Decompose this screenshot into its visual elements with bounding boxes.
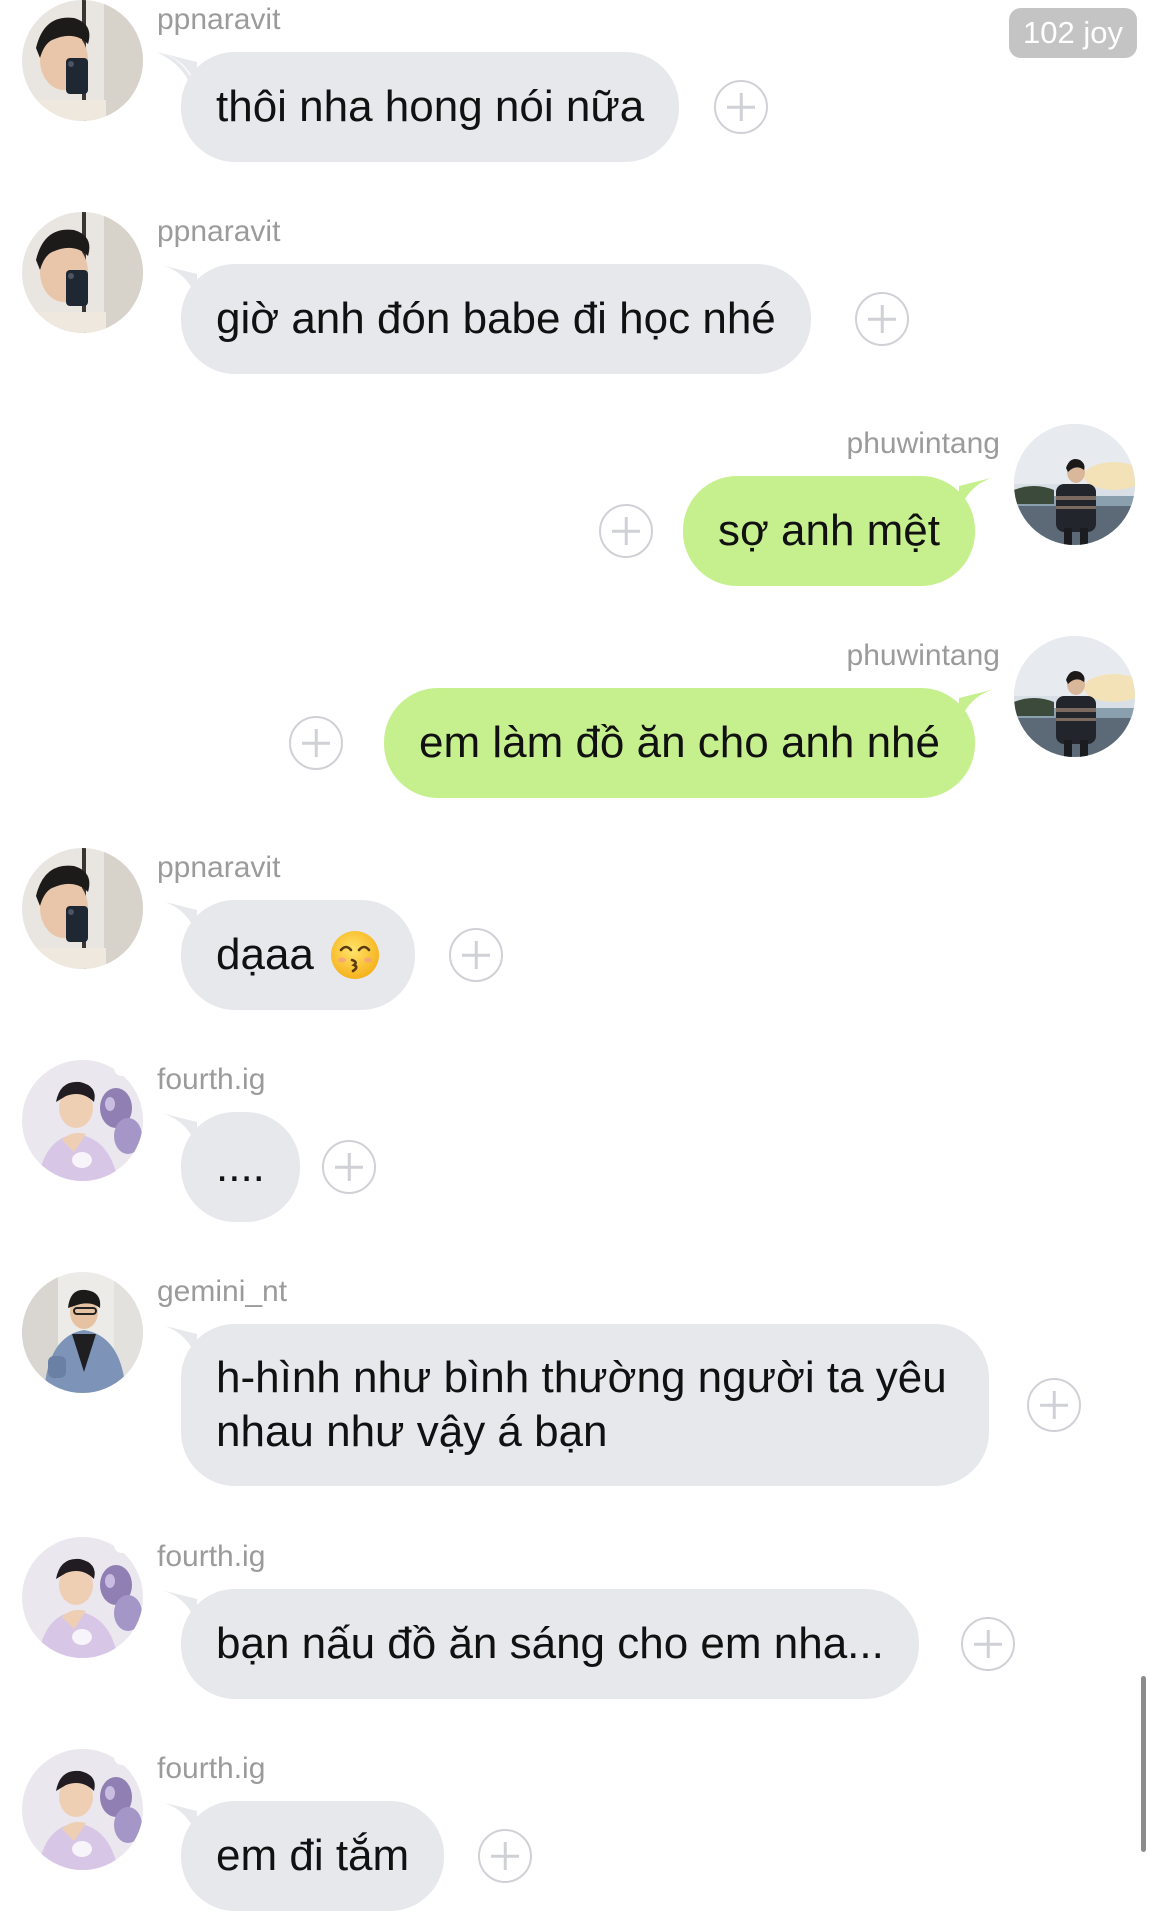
message-text: giờ anh đón babe đi học nhé [216, 294, 776, 343]
add-reaction-icon[interactable] [599, 504, 653, 558]
sender-name: ppnaravit [157, 3, 281, 36]
add-reaction-icon[interactable] [478, 1829, 532, 1883]
fourth-avatar[interactable] [22, 1537, 143, 1658]
message-row: fourth.ig bạn nấu đồ ăn sáng cho em nha.… [0, 1537, 1149, 1707]
message-row: fourth.ig .... [0, 1060, 1149, 1230]
kissing-face-with-smiling-eyes-icon [330, 931, 379, 979]
message-row: phuwintang sợ anh mệt [0, 424, 1149, 594]
sender-name: fourth.ig [157, 1540, 266, 1573]
scrollbar[interactable] [1141, 1676, 1146, 1852]
message-text: h-hình như bình thường người ta yêu nhau… [216, 1353, 947, 1456]
ppnaravit-avatar[interactable] [22, 0, 143, 121]
message-row: gemini_nt h-hình như bình thường người t… [0, 1272, 1149, 1492]
reaction-count-badge: 102 joy [1009, 8, 1137, 58]
message-text: dạaa [216, 930, 314, 979]
message-row: ppnaravit thôi nha hong nói nữa [0, 0, 1149, 170]
message-row: ppnaravit dạaa [0, 848, 1149, 1018]
message-text: sợ anh mệt [717, 506, 940, 555]
fourth-avatar[interactable] [22, 1060, 143, 1181]
message-bubble[interactable]: em đi tắm [157, 1801, 445, 1911]
sender-name: fourth.ig [157, 1752, 266, 1785]
message-row: ppnaravit giờ anh đón babe đi học nhé [0, 212, 1149, 382]
sender-name: phuwintang [846, 639, 1000, 672]
message-row: fourth.ig em đi tắm [0, 1749, 1149, 1919]
message-bubble[interactable]: sợ anh mệt [682, 476, 999, 586]
add-reaction-icon[interactable] [449, 928, 503, 982]
message-bubble[interactable]: h-hình như bình thường người ta yêu nhau… [157, 1324, 989, 1486]
message-bubble[interactable]: .... [157, 1112, 300, 1222]
message-bubble[interactable]: em làm đồ ăn cho anh nhé [383, 688, 999, 798]
sender-name: phuwintang [846, 427, 1000, 460]
add-reaction-icon[interactable] [322, 1140, 376, 1194]
phuwintang-avatar[interactable] [1014, 636, 1135, 757]
sender-name: fourth.ig [157, 1063, 266, 1096]
message-text: em làm đồ ăn cho anh nhé [418, 718, 940, 767]
message-row: phuwintang em làm đồ ăn cho anh nhé [0, 636, 1149, 806]
sender-name: gemini_nt [157, 1275, 288, 1308]
message-text: .... [216, 1142, 265, 1191]
add-reaction-icon[interactable] [1027, 1378, 1081, 1432]
sender-name: ppnaravit [157, 851, 281, 884]
add-reaction-icon[interactable] [714, 80, 768, 134]
add-reaction-icon[interactable] [855, 292, 909, 346]
message-bubble[interactable]: dạaa [157, 900, 415, 1010]
chat-thread: ppnaravit thôi nha hong nói nữa 102 joy [0, 0, 1149, 1920]
message-bubble[interactable]: bạn nấu đồ ăn sáng cho em nha... [157, 1589, 919, 1699]
message-bubble[interactable]: thôi nha hong nói nữa [157, 52, 680, 162]
add-reaction-icon[interactable] [289, 716, 343, 770]
message-text: em đi tắm [216, 1831, 410, 1880]
gemini-avatar[interactable] [22, 1272, 143, 1393]
message-text: thôi nha hong nói nữa [216, 82, 645, 131]
message-bubble[interactable]: giờ anh đón babe đi học nhé [157, 264, 811, 374]
fourth-avatar[interactable] [22, 1749, 143, 1870]
sender-name: ppnaravit [157, 215, 281, 248]
ppnaravit-avatar[interactable] [22, 848, 143, 969]
message-text: bạn nấu đồ ăn sáng cho em nha... [216, 1619, 884, 1668]
phuwintang-avatar[interactable] [1014, 424, 1135, 545]
add-reaction-icon[interactable] [961, 1617, 1015, 1671]
ppnaravit-avatar[interactable] [22, 212, 143, 333]
